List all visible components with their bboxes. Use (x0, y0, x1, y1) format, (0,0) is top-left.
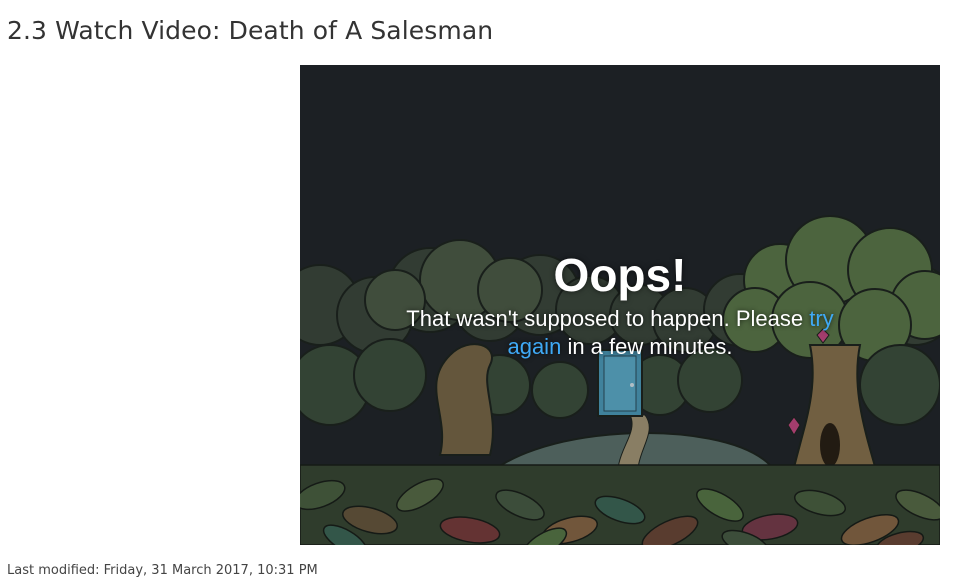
error-heading: Oops! (553, 249, 687, 301)
video-player[interactable]: Oops! That wasn't supposed to happen. Pl… (300, 65, 940, 545)
error-message-text: That wasn't supposed to happen. Please (406, 306, 804, 331)
last-modified-text: Last modified: Friday, 31 March 2017, 10… (7, 563, 318, 578)
error-message: That wasn't supposed to happen. Please t… (380, 305, 860, 361)
page-title: 2.3 Watch Video: Death of A Salesman (7, 16, 494, 45)
error-message-box: Oops! That wasn't supposed to happen. Pl… (300, 247, 940, 361)
error-message-suffix: in a few minutes. (567, 334, 733, 359)
